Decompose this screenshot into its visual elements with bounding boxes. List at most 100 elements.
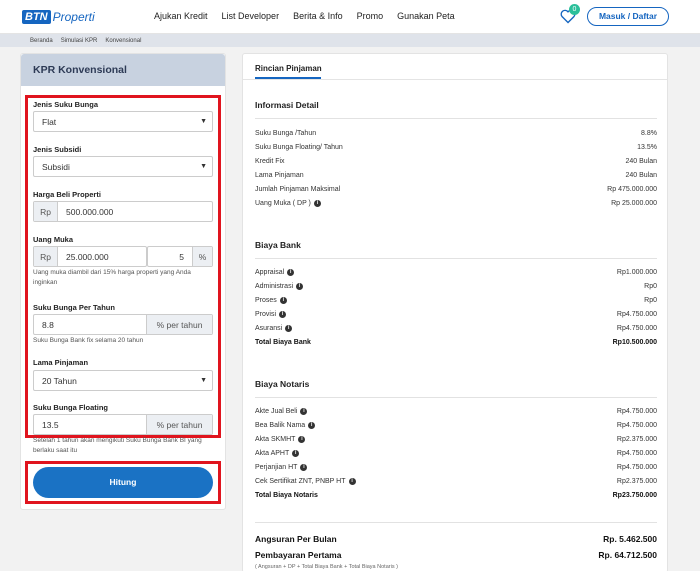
biaya-bank-title: Biaya Bank <box>255 240 301 250</box>
suku-bunga-value: 8.8 <box>42 319 54 330</box>
total-label: Total Biaya Notaris <box>255 491 318 499</box>
nav-ajukan-kredit[interactable]: Ajukan Kredit <box>154 11 208 21</box>
detail-value: Rp4.750.000 <box>616 324 657 332</box>
detail-row: Cek Sertifikat ZNT, PNBP HT i Rp2.375.000 <box>255 476 657 486</box>
info-icon[interactable]: i <box>308 421 316 429</box>
detail-row: Akta APHT i Rp4.750.000 <box>255 448 657 458</box>
lama-pinjaman-select[interactable]: 20 Tahun ▼ <box>33 370 213 391</box>
detail-value: Rp4.750.000 <box>616 449 657 457</box>
jenis-subsidi-label: Jenis Subsidi <box>33 145 82 154</box>
detail-row: Asuransi i Rp4.750.000 <box>255 323 657 333</box>
angsuran-label: Angsuran Per Bulan <box>255 534 337 544</box>
suku-bunga-label: Suku Bunga Per Tahun <box>33 303 115 312</box>
info-icon[interactable]: i <box>287 268 295 276</box>
harga-beli-input[interactable]: Rp 500.000.000 <box>33 201 213 222</box>
detail-label: Suku Bunga /Tahun <box>255 130 316 137</box>
harga-beli-value: 500.000.000 <box>66 206 114 217</box>
jenis-suku-bunga-value: Flat <box>42 116 57 127</box>
uang-muka-hint: Uang muka diambil dari 15% harga propert… <box>33 269 191 286</box>
breadcrumb-konvensional: Konvensional <box>105 37 142 44</box>
chevron-down-icon: ▼ <box>200 377 207 384</box>
detail-row: Proses i Rp0 <box>255 295 657 305</box>
uang-muka-percent-input[interactable]: 5 % <box>147 246 213 267</box>
angsuran-row: Angsuran Per Bulan Rp. 5.462.500 <box>255 534 657 544</box>
detail-label: Perjanjian HT i <box>255 463 308 471</box>
detail-value: Rp 475.000.000 <box>607 185 657 193</box>
jenis-subsidi-value: Subsidi <box>42 161 70 172</box>
detail-label-text: Akta APHT <box>255 449 290 457</box>
jenis-subsidi-select[interactable]: Subsidi ▼ <box>33 156 213 177</box>
breadcrumb-simulasi-kpr[interactable]: Simulasi KPR <box>61 38 98 44</box>
nav-promo[interactable]: Promo <box>357 11 384 21</box>
info-icon[interactable]: i <box>292 449 300 457</box>
info-icon[interactable]: i <box>296 282 304 290</box>
detail-label: Proses i <box>255 296 287 304</box>
login-register-button[interactable]: Masuk / Daftar <box>587 7 669 26</box>
detail-row: Akte Jual Beli i Rp4.750.000 <box>255 406 657 416</box>
pembayaran-value: Rp. 64.712.500 <box>598 550 657 560</box>
detail-value: 13.5% <box>637 143 657 151</box>
hitung-button[interactable]: Hitung <box>33 467 213 498</box>
detail-label-text: Appraisal <box>255 268 285 276</box>
detail-row: Provisi i Rp4.750.000 <box>255 309 657 319</box>
detail-row: Appraisal i Rp1.000.000 <box>255 267 657 277</box>
detail-label-text: Proses <box>255 296 277 304</box>
percent-suffix: % <box>192 247 212 266</box>
section-divider <box>255 397 657 398</box>
uang-muka-input[interactable]: Rp 25.000.000 <box>33 246 147 267</box>
detail-label: Akta APHT i <box>255 449 300 457</box>
info-icon[interactable]: i <box>279 310 287 318</box>
info-icon[interactable]: i <box>285 324 293 332</box>
section-divider <box>255 522 657 523</box>
detail-row: Bea Balik Nama i Rp4.750.000 <box>255 420 657 430</box>
tab-rincian-pinjaman[interactable]: Rincian Pinjaman <box>255 64 322 73</box>
lama-pinjaman-value: 20 Tahun <box>42 375 77 386</box>
total-row: Total Biaya Bank Rp10.500.000 <box>255 337 657 347</box>
nav-berita-info[interactable]: Berita & Info <box>293 11 343 21</box>
info-icon[interactable]: i <box>300 463 308 471</box>
detail-value: Rp4.750.000 <box>616 463 657 471</box>
info-icon[interactable]: i <box>300 407 308 415</box>
jenis-suku-bunga-select[interactable]: Flat ▼ <box>33 111 213 132</box>
detail-value: Rp 25.000.000 <box>611 199 657 207</box>
logo-mark: BTN <box>22 10 51 24</box>
form-title: KPR Konvensional <box>21 54 225 86</box>
tab-divider <box>243 79 667 80</box>
info-icon[interactable]: i <box>313 199 321 207</box>
suku-bunga-floating-input[interactable]: 13.5 % per tahun <box>33 414 213 435</box>
logo-text: Properti <box>52 10 95 24</box>
detail-label-text: Akta SKMHT <box>255 435 296 443</box>
suku-bunga-floating-hint: Setelah 1 tahun akan mengikuti Suku Bung… <box>33 437 202 454</box>
detail-label: Suku Bunga Floating/ Tahun <box>255 144 343 151</box>
info-icon[interactable]: i <box>298 435 306 443</box>
uang-muka-label: Uang Muka <box>33 235 74 244</box>
suku-bunga-input[interactable]: 8.8 % per tahun <box>33 314 213 335</box>
angsuran-value: Rp. 5.462.500 <box>603 534 657 544</box>
detail-value: 240 Bulan <box>625 171 657 179</box>
detail-label: Provisi i <box>255 310 287 318</box>
chevron-down-icon: ▼ <box>200 163 207 170</box>
detail-label-text: Kredit Fix <box>255 157 285 165</box>
detail-label: Akte Jual Beli i <box>255 407 308 415</box>
nav-gunakan-peta[interactable]: Gunakan Peta <box>397 11 455 21</box>
uang-muka-value: 25.000.000 <box>66 251 109 262</box>
suku-bunga-hint: Suku Bunga Bank fix selama 20 tahun <box>33 337 144 344</box>
chevron-down-icon: ▼ <box>200 118 207 125</box>
detail-label-text: Bea Balik Nama <box>255 421 306 429</box>
detail-value: Rp4.750.000 <box>616 310 657 318</box>
detail-label: Uang Muka ( DP ) i <box>255 199 321 207</box>
detail-value: Rp4.750.000 <box>616 407 657 415</box>
info-icon[interactable]: i <box>348 477 356 485</box>
btn-properti-logo[interactable]: BTN Properti <box>22 6 95 28</box>
detail-label-text: Administrasi <box>255 282 294 290</box>
detail-value: Rp2.375.000 <box>616 435 657 443</box>
info-icon[interactable]: i <box>279 296 287 304</box>
detail-label-text: Uang Muka ( DP ) <box>255 199 311 207</box>
biaya-notaris-title: Biaya Notaris <box>255 379 310 389</box>
total-value: Rp23.750.000 <box>612 491 657 499</box>
breadcrumb-beranda[interactable]: Beranda <box>30 38 53 44</box>
detail-label: Asuransi i <box>255 324 293 332</box>
nav-list-developer[interactable]: List Developer <box>222 11 280 21</box>
detail-label-text: Lama Pinjaman <box>255 171 304 179</box>
detail-row: Administrasi i Rp0 <box>255 281 657 291</box>
